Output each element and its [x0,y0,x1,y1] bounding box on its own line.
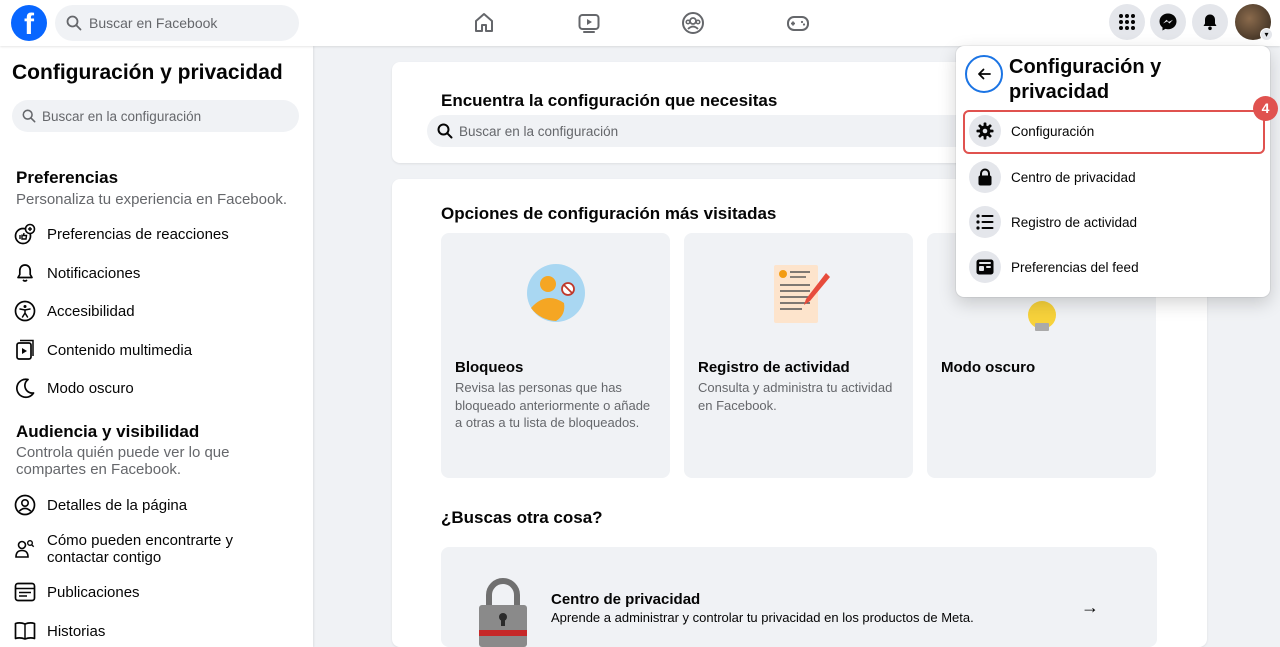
feed-icon [969,251,1001,283]
profile-icon [14,494,36,516]
lock-icon [969,161,1001,193]
bell-icon [14,262,36,284]
activity-log-icon [684,263,913,333]
menu-title: Configuración y privacidad [1009,56,1162,103]
back-button[interactable] [965,55,1003,93]
menu-item-feed-preferences[interactable]: Preferencias del feed [964,246,1262,288]
other-settings-title: ¿Buscas otra cosa? [441,508,603,527]
bell-icon[interactable] [1192,4,1228,40]
tile-description: Consulta y administra tu actividad en Fa… [698,380,893,413]
list-icon [969,206,1001,238]
settings-sidebar: Configuración y privacidad Preferencias … [0,46,313,647]
sidebar-item-page-details[interactable]: Detalles de la página [14,494,187,516]
watch-icon[interactable] [576,10,602,36]
sidebar-item-label: Preferencias de reacciones [47,225,229,243]
find-settings-title: Encuentra la configuración que necesitas [441,91,778,110]
most-visited-title: Opciones de configuración más visitadas [441,204,777,223]
sidebar-item-dark-mode[interactable]: Modo oscuro [14,377,134,399]
reactions-icon [14,223,36,245]
padlock-icon [479,578,527,647]
search-icon [66,15,82,31]
home-icon[interactable] [471,10,497,36]
sidebar-item-posts[interactable]: Publicaciones [14,581,140,603]
search-icon [22,109,36,123]
tile-title: Registro de actividad [698,359,850,376]
section-description-audience: Controla quién puede ver lo que comparte… [16,444,230,478]
blocked-person-icon [441,263,670,333]
menu-item-label: Preferencias del feed [1011,259,1139,275]
accessibility-icon [14,300,36,322]
tile-activity-log[interactable]: Registro de actividad Consulta y adminis… [684,233,913,478]
menu-item-label: Registro de actividad [1011,214,1138,230]
menu-item-settings[interactable]: Configuración [964,110,1262,152]
gaming-icon[interactable] [785,10,811,36]
sidebar-item-stories[interactable]: Historias [14,620,105,642]
facebook-logo[interactable]: f [11,5,47,41]
menu-item-activity-log[interactable]: Registro de actividad [964,201,1262,243]
sidebar-search[interactable] [12,100,299,132]
menu-item-label: Configuración [1011,123,1095,139]
posts-icon [14,581,36,603]
section-title-audience: Audiencia y visibilidad [16,422,200,441]
media-icon [14,339,36,361]
sidebar-item-label: Accesibilidad [47,302,135,320]
sidebar-item-notifications[interactable]: Notificaciones [14,262,140,284]
sidebar-item-label: Detalles de la página [47,496,188,514]
tile-title: Modo oscuro [941,359,1036,376]
menu-grid-icon[interactable] [1109,4,1145,40]
step-badge: 4 [1253,96,1278,121]
privacy-center-link[interactable]: Centro de privacidad Aprende a administr… [441,547,1157,647]
sidebar-item-media[interactable]: Contenido multimedia [14,339,192,361]
privacy-center-title: Centro de privacidad [551,591,701,608]
menu-item-label: Centro de privacidad [1011,169,1136,185]
search-icon [437,123,453,139]
sidebar-title: Configuración y privacidad [12,61,283,84]
facebook-search[interactable] [55,5,299,41]
stories-icon [14,620,36,642]
sidebar-item-label: Cómo pueden encontrarte y contactar cont… [47,532,233,566]
section-title-preferences: Preferencias [16,168,119,187]
section-description-preferences: Personaliza tu experiencia en Facebook. [16,191,287,208]
groups-icon[interactable] [680,10,706,36]
sidebar-item-label: Modo oscuro [47,379,134,397]
sidebar-search-input[interactable] [42,108,282,124]
sidebar-item-label: Contenido multimedia [47,341,193,359]
gear-icon [969,115,1001,147]
tile-blocking[interactable]: Bloqueos Revisa las personas que has blo… [441,233,670,478]
moon-icon [14,377,36,399]
privacy-center-description: Aprende a administrar y controlar tu pri… [551,610,974,625]
sidebar-item-label: Historias [47,622,106,640]
find-people-icon [14,538,36,560]
chevron-down-icon[interactable]: ▾ [1260,28,1273,41]
facebook-search-input[interactable] [89,15,279,31]
sidebar-item-label: Publicaciones [47,583,140,601]
arrow-right-icon[interactable]: → [1081,597,1099,618]
sidebar-item-accessibility[interactable]: Accesibilidad [14,300,135,322]
messenger-icon[interactable] [1150,4,1186,40]
sidebar-item-find-contact[interactable]: Cómo pueden encontrarte y contactar cont… [14,532,247,566]
top-navigation-bar: f ▾ [0,0,1280,46]
arrow-left-icon [978,68,991,80]
sidebar-item-reactions[interactable]: Preferencias de reacciones [14,223,229,245]
find-settings-input[interactable] [459,123,959,139]
sidebar-item-label: Notificaciones [47,264,141,282]
settings-privacy-menu: Configuración y privacidad Configuración… [956,46,1270,297]
tile-title: Bloqueos [455,359,524,376]
menu-item-privacy-center[interactable]: Centro de privacidad [964,156,1262,198]
tile-description: Revisa las personas que has bloqueado an… [455,380,651,430]
